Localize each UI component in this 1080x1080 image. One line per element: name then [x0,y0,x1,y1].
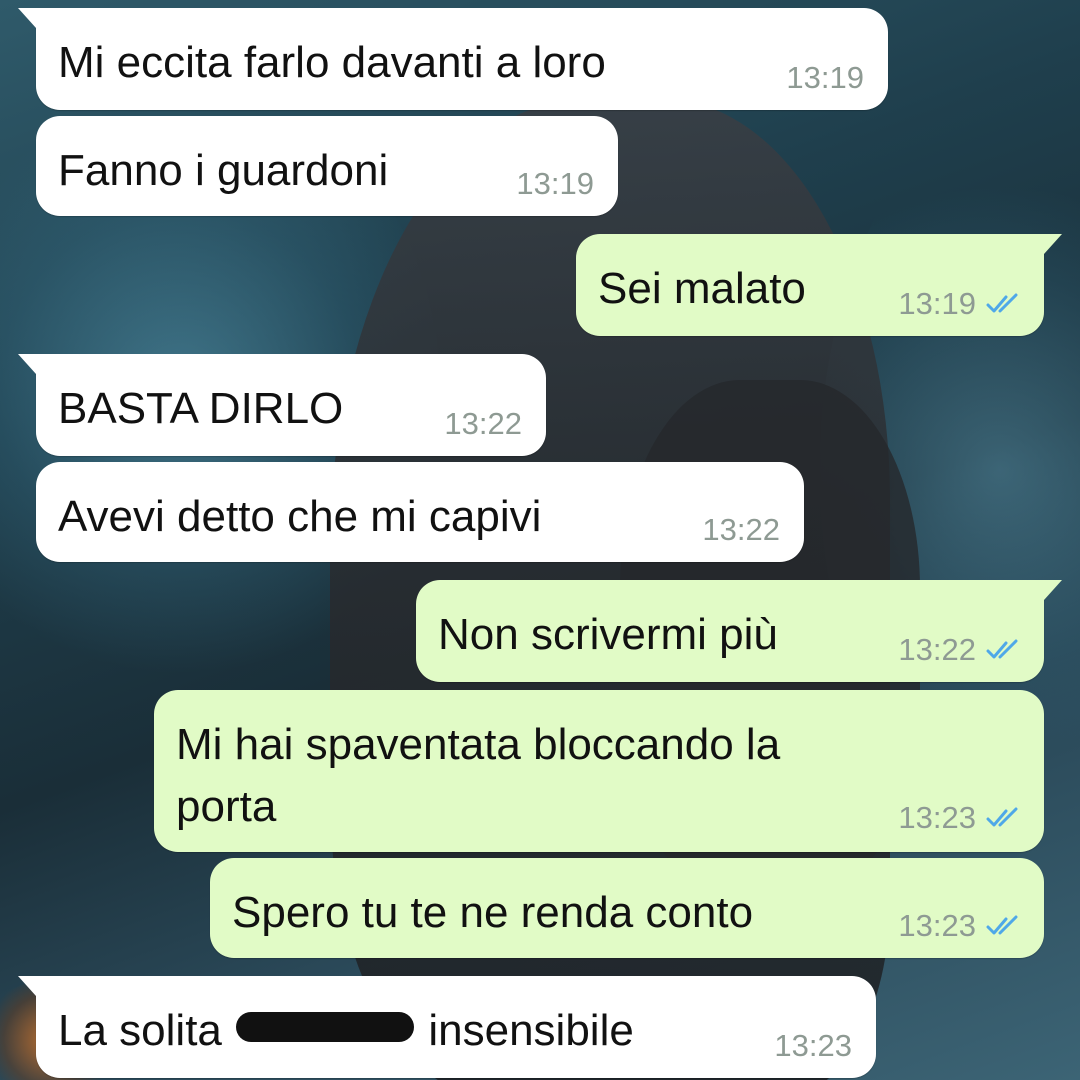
message-text: Sei malato [598,264,806,313]
message-bubble-incoming[interactable]: BASTA DIRLO 13:22 [18,354,546,456]
message-text: Non scrivermi più [438,610,778,659]
double-check-icon [986,807,1018,827]
message-time: 13:19 [786,60,864,95]
message-time: 13:23 [898,908,976,943]
message-bubble-incoming[interactable]: Mi eccita farlo davanti a loro 13:19 [18,8,888,110]
message-time: 13:23 [898,800,976,835]
message-bubble-incoming[interactable]: La solita insensibile 13:23 [18,976,876,1078]
message-text: Fanno i guardoni [58,146,389,195]
message-bubble-outgoing[interactable]: Spero tu te ne renda conto 13:23 [210,858,1044,958]
message-text: Mi eccita farlo davanti a loro [58,38,606,87]
message-bubble-outgoing[interactable]: Sei malato 13:19 [576,234,1062,336]
message-text-part: insensibile [428,1006,634,1055]
message-text-part: La solita [58,1006,222,1055]
message-bubble-incoming[interactable]: Avevi detto che mi capivi 13:22 [36,462,804,562]
message-bubble-incoming[interactable]: Fanno i guardoni 13:19 [36,116,618,216]
message-time: 13:22 [898,632,976,667]
message-bubble-outgoing[interactable]: Mi hai spaventata bloccando la porta 13:… [154,690,1044,852]
message-text: Mi hai spaventata bloccando la [176,720,781,769]
message-text: Avevi detto che mi capivi [58,492,542,541]
double-check-icon [986,639,1018,659]
message-time: 13:19 [898,286,976,321]
double-check-icon [986,915,1018,935]
message-text-line2: porta [176,782,277,831]
double-check-icon [986,293,1018,313]
message-text: BASTA DIRLO [58,384,344,433]
message-bubble-outgoing[interactable]: Non scrivermi più 13:22 [416,580,1062,682]
message-time: 13:19 [516,166,594,201]
message-time: 13:22 [444,406,522,441]
message-time: 13:23 [774,1028,852,1063]
message-time: 13:22 [702,512,780,547]
message-text: La solita insensibile [58,1000,634,1062]
scribble-redaction [236,1012,415,1043]
message-text: Spero tu te ne renda conto [232,888,754,937]
